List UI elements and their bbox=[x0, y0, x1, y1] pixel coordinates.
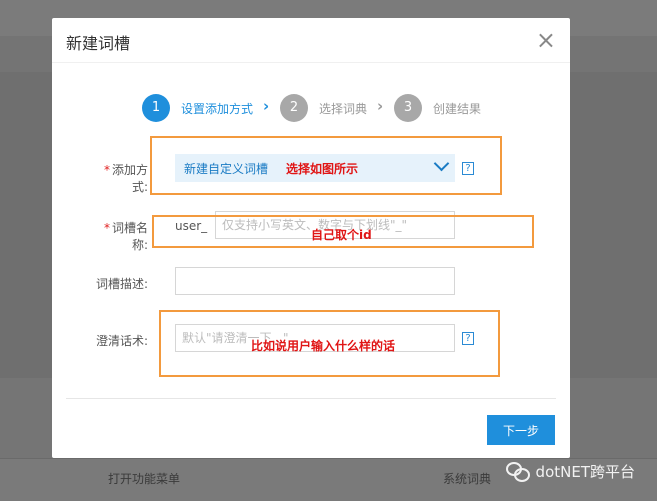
dialog-title: 新建词槽 bbox=[66, 34, 131, 53]
slot-name-label-text: 词槽名称: bbox=[111, 221, 148, 252]
step-1-label: 设置添加方式 bbox=[181, 102, 254, 116]
slot-desc-field[interactable] bbox=[175, 267, 455, 295]
required-mark: * bbox=[103, 163, 110, 177]
step-1-circle: 1 bbox=[142, 94, 170, 122]
step-arrow-1-icon: › bbox=[263, 97, 270, 115]
annotation-clarify: 比如说用户输入什么样的话 bbox=[251, 339, 396, 353]
add-method-label: * 添加方式: bbox=[88, 161, 148, 195]
step-3-label: 创建结果 bbox=[433, 102, 482, 116]
step-2-circle: 2 bbox=[280, 94, 308, 122]
close-icon[interactable]: × bbox=[536, 28, 556, 52]
step-2-label: 选择词典 bbox=[319, 102, 368, 116]
slot-desc-input[interactable] bbox=[176, 268, 454, 294]
clarify-label: 澄清话术: bbox=[95, 334, 148, 348]
slot-name-label: * 词槽名称: bbox=[88, 219, 148, 253]
watermark: dotNET跨平台 bbox=[505, 461, 635, 482]
system-dictionary-link[interactable]: 系统词典 bbox=[443, 470, 491, 487]
next-button[interactable]: 下一步 bbox=[487, 415, 555, 445]
step-arrow-2-icon: › bbox=[377, 97, 384, 115]
slot-desc-label: 词槽描述: bbox=[95, 277, 148, 291]
step-3-circle: 3 bbox=[394, 94, 422, 122]
wechat-icon bbox=[505, 461, 530, 482]
open-menu-link[interactable]: 打开功能菜单 bbox=[108, 470, 180, 487]
required-mark: * bbox=[103, 221, 110, 235]
divider bbox=[52, 62, 570, 63]
add-method-label-text: 添加方式: bbox=[111, 163, 148, 194]
annotation-slot-name: 自己取个id bbox=[311, 228, 372, 242]
divider bbox=[66, 398, 556, 399]
annotation-box-add-method bbox=[150, 136, 502, 195]
new-slot-dialog: 新建词槽 × 1 设置添加方式 › 2 选择词典 › 3 创建结果 * 添加方式:… bbox=[52, 18, 570, 458]
watermark-text: dotNET跨平台 bbox=[535, 463, 635, 481]
